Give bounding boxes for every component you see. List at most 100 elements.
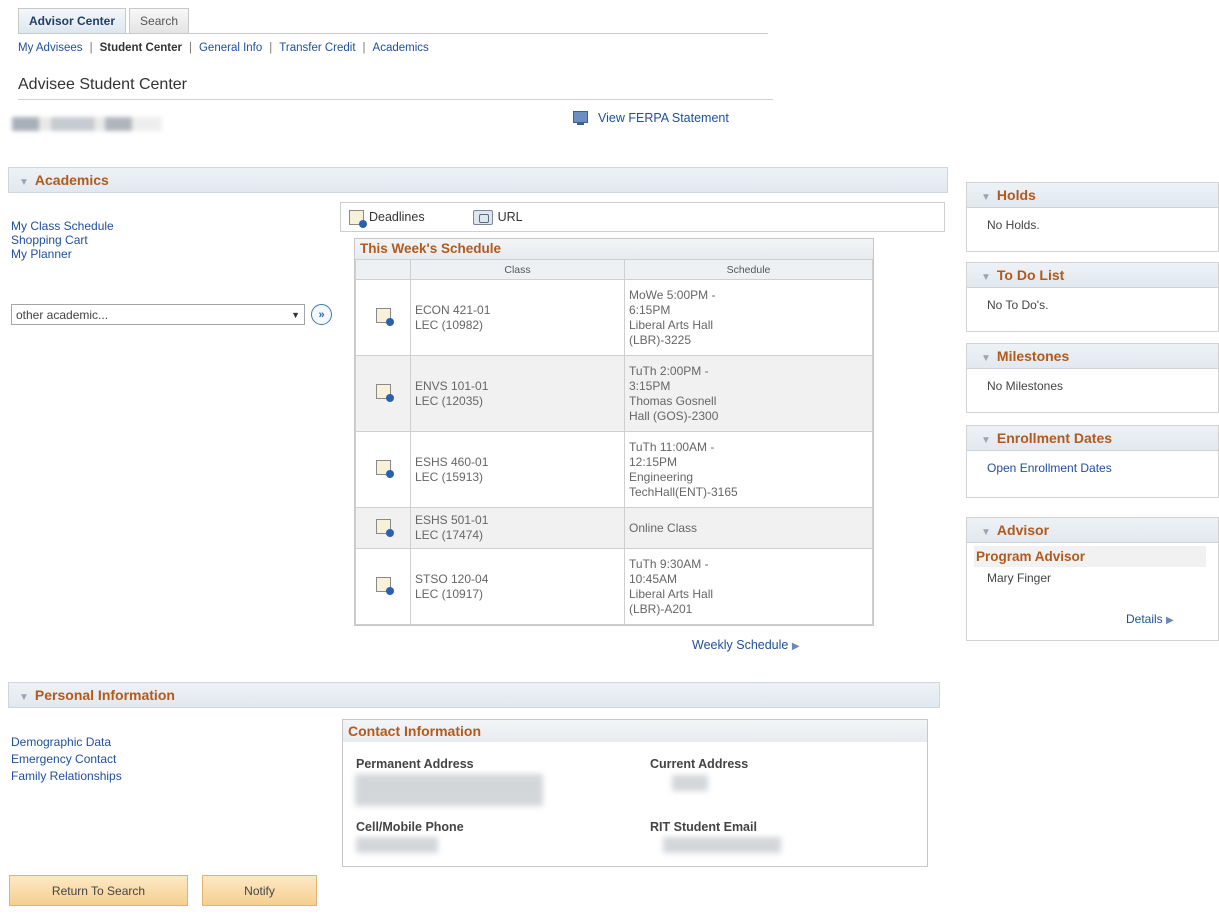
my-planner-link[interactable]: My Planner: [11, 247, 72, 261]
arrow-right-icon: ▶: [1166, 615, 1174, 626]
student-name-redacted: [12, 117, 162, 131]
class-detail-icon[interactable]: [355, 507, 411, 549]
milestones-header[interactable]: ▼ Milestones: [967, 344, 1218, 369]
collapse-triangle-icon: ▼: [981, 272, 991, 283]
collapse-triangle-icon: ▼: [981, 192, 991, 203]
schedule-table: Class Schedule ECON 421-01 LEC (10982) Mo…: [355, 259, 873, 625]
academics-toolbar: Deadlines URL: [340, 202, 945, 232]
holds-title: Holds: [996, 187, 1036, 203]
contact-information-box: Contact Information Permanent Address Cu…: [342, 719, 928, 867]
emergency-contact-link[interactable]: Emergency Contact: [11, 752, 116, 766]
schedule-cell: TuTh 9:30AM -10:45AM Liberal Arts Hall (LB…: [624, 548, 873, 625]
class-detail-icon[interactable]: [355, 548, 411, 625]
milestones-panel: ▼ Milestones No Milestones: [966, 343, 1219, 413]
weekly-schedule-grid: This Week's Schedule Class Schedule ECON…: [354, 238, 874, 626]
deadlines-link[interactable]: Deadlines: [349, 209, 425, 228]
nav-general-info[interactable]: General Info: [199, 42, 262, 54]
nav-student-center: Student Center: [99, 42, 182, 54]
class-cell: ECON 421-01 LEC (10982): [410, 279, 625, 356]
url-link[interactable]: URL: [472, 209, 523, 225]
advisor-panel: ▼ Advisor Program Advisor Mary Finger Det…: [966, 517, 1219, 641]
weekly-schedule-label[interactable]: Weekly Schedule: [692, 638, 788, 652]
my-class-schedule-link[interactable]: My Class Schedule: [11, 219, 114, 233]
schedule-cell: TuTh 2:00PM -3:15PM Thomas Gosnell Hall (G…: [624, 355, 873, 432]
deadlines-icon: [349, 209, 367, 228]
other-academic-control: other academic... ▼ »: [11, 304, 332, 325]
other-academic-select[interactable]: other academic... ▼: [11, 304, 305, 325]
demographic-data-link[interactable]: Demographic Data: [11, 735, 111, 749]
todo-panel: ▼ To Do List No To Do's.: [966, 262, 1219, 332]
return-to-search-button[interactable]: Return To Search: [9, 875, 188, 906]
personal-info-section-header[interactable]: ▼ Personal Information: [8, 682, 940, 708]
schedule-cell: TuTh 11:00AM -12:15PM Engineering TechHall…: [624, 431, 873, 508]
details-label[interactable]: Details: [1126, 612, 1163, 626]
schedule-column-header: Schedule: [624, 259, 873, 280]
class-cell: ESHS 501-01 LEC (17474): [410, 507, 625, 549]
enrollment-panel: ▼ Enrollment Dates Open Enrollment Dates: [966, 425, 1219, 498]
title-divider: [18, 99, 773, 100]
todo-header[interactable]: ▼ To Do List: [967, 263, 1218, 288]
current-address-label: Current Address: [650, 757, 749, 771]
nav-my-advisees[interactable]: My Advisees: [18, 42, 83, 54]
holds-text: No Holds.: [987, 218, 1040, 232]
schedule-title: This Week's Schedule: [355, 239, 873, 259]
enrollment-title: Enrollment Dates: [996, 430, 1113, 446]
icon-column-header: [355, 259, 411, 280]
url-label: URL: [497, 210, 523, 224]
collapse-triangle-icon: ▼: [981, 435, 991, 446]
class-detail-icon[interactable]: [355, 431, 411, 508]
academics-section-header[interactable]: ▼ Academics: [8, 167, 948, 193]
tab-advisor-center[interactable]: Advisor Center: [18, 8, 127, 34]
table-row: ESHS 501-01 LEC (17474) Online Class: [355, 507, 873, 549]
notify-button[interactable]: Notify: [202, 875, 317, 906]
schedule-cell: MoWe 5:00PM -6:15PM Liberal Arts Hall (LBR…: [624, 279, 873, 356]
top-tabs: Advisor Center Search: [18, 8, 190, 34]
schedule-cell: Online Class: [624, 507, 873, 549]
go-button[interactable]: »: [311, 304, 332, 325]
ferpa-link-label[interactable]: View FERPA Statement: [598, 111, 729, 125]
enrollment-header[interactable]: ▼ Enrollment Dates: [967, 426, 1218, 451]
tab-search[interactable]: Search: [129, 8, 190, 34]
collapse-triangle-icon: ▼: [981, 527, 991, 538]
nav-transfer-credit[interactable]: Transfer Credit: [279, 42, 355, 54]
collapse-triangle-icon: ▼: [19, 692, 29, 703]
shopping-cart-link[interactable]: Shopping Cart: [11, 233, 88, 247]
class-detail-icon[interactable]: [355, 279, 411, 356]
holds-header[interactable]: ▼ Holds: [967, 183, 1218, 208]
nav-academics[interactable]: Academics: [373, 42, 429, 54]
family-relationships-link[interactable]: Family Relationships: [11, 769, 122, 783]
advisor-details-link[interactable]: Details ▶: [1126, 612, 1174, 626]
permanent-address-label: Permanent Address: [356, 757, 474, 771]
ferpa-link[interactable]: View FERPA Statement: [572, 110, 729, 125]
page-title: Advisee Student Center: [18, 76, 187, 93]
arrow-right-icon: ▶: [791, 641, 800, 652]
todo-title: To Do List: [996, 267, 1065, 283]
program-advisor-label: Program Advisor: [974, 546, 1206, 567]
table-row: ECON 421-01 LEC (10982) MoWe 5:00PM -6:15…: [355, 279, 873, 356]
monitor-icon: [572, 110, 589, 125]
dropdown-arrow-icon: ▼: [291, 309, 300, 320]
cell-phone-redacted: [356, 837, 438, 853]
class-cell: ENVS 101-01 LEC (12035): [410, 355, 625, 432]
class-detail-icon[interactable]: [355, 355, 411, 432]
sub-navigation: My Advisees | Student Center | General Info |…: [18, 42, 429, 54]
table-row: ENVS 101-01 LEC (12035) TuTh 2:00PM -3:15…: [355, 355, 873, 432]
contact-information-title: Contact Information: [343, 720, 927, 742]
milestones-title: Milestones: [996, 348, 1070, 364]
advisor-header[interactable]: ▼ Advisor: [967, 518, 1218, 543]
academics-links: My Class Schedule Shopping Cart My Plann…: [11, 219, 114, 261]
deadlines-label: Deadlines: [369, 210, 425, 224]
class-cell: ESHS 460-01 LEC (15913): [410, 431, 625, 508]
class-column-header: Class: [410, 259, 625, 280]
open-enrollment-dates-link[interactable]: Open Enrollment Dates: [987, 461, 1112, 475]
personal-links: Demographic Data Emergency Contact Famil…: [11, 734, 122, 785]
collapse-triangle-icon: ▼: [19, 177, 29, 188]
student-email-label: RIT Student Email: [650, 820, 757, 834]
cell-phone-label: Cell/Mobile Phone: [356, 820, 464, 834]
advisor-title: Advisor: [996, 522, 1050, 538]
permanent-address-redacted: [355, 774, 543, 806]
collapse-triangle-icon: ▼: [981, 353, 991, 364]
student-email-redacted: [663, 837, 781, 853]
milestones-text: No Milestones: [987, 379, 1064, 393]
weekly-schedule-link[interactable]: Weekly Schedule ▶: [692, 638, 800, 652]
